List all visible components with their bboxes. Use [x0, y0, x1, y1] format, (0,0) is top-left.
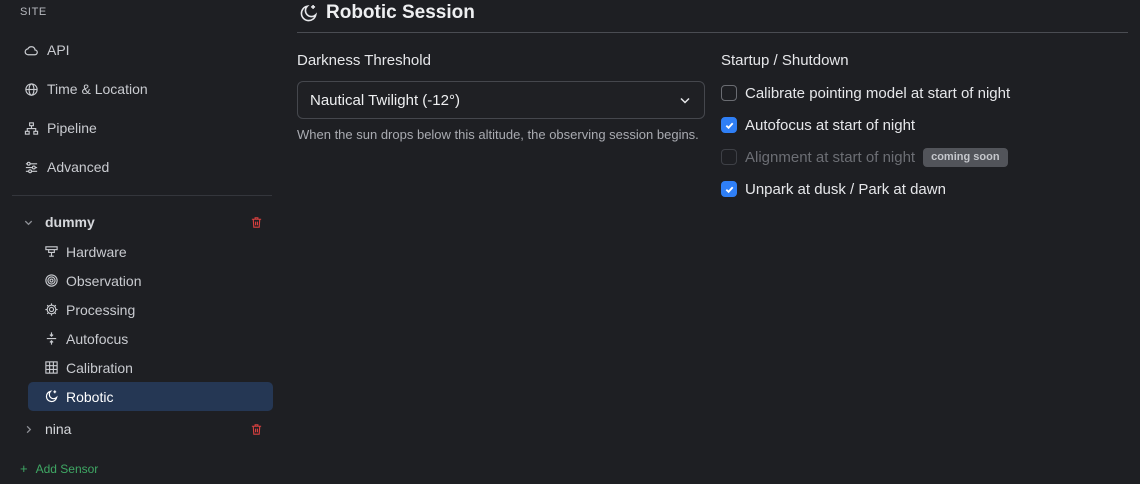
checkbox: [721, 149, 737, 165]
sidebar-item-observation[interactable]: Observation: [28, 266, 273, 295]
checkbox-unpark-park[interactable]: Unpark at dusk / Park at dawn: [721, 178, 946, 200]
sensor-header-dummy[interactable]: dummy: [12, 207, 272, 237]
sidebar-divider: [12, 195, 272, 196]
trash-icon[interactable]: [248, 214, 264, 230]
trash-icon[interactable]: [248, 421, 264, 437]
sidebar-item-label: Calibration: [66, 359, 133, 376]
checkbox-alignment-start: Alignment at start of night coming soon: [721, 146, 1008, 168]
sidebar-item-time-location[interactable]: Time & Location: [12, 73, 272, 105]
sidebar-item-processing[interactable]: Processing: [28, 295, 273, 324]
page-title: Robotic Session: [326, 2, 475, 23]
darkness-threshold-helper: When the sun drops below this altitude, …: [297, 127, 699, 142]
add-sensor-label: Add Sensor: [35, 461, 99, 476]
sidebar-item-label: API: [47, 42, 70, 58]
page-header: Robotic Session: [297, 0, 1128, 33]
sidebar-item-label: Time & Location: [47, 81, 148, 97]
grid-icon: [43, 360, 59, 376]
select-value: Nautical Twilight (-12°): [310, 91, 460, 109]
checkbox[interactable]: [721, 117, 737, 133]
sidebar: SITE API Time & Location Pipeline Advanc…: [0, 0, 288, 484]
cog-icon: [43, 302, 59, 318]
sidebar-item-label: Autofocus: [66, 330, 129, 347]
globe-icon: [23, 81, 39, 97]
checkbox[interactable]: [721, 181, 737, 197]
checkbox[interactable]: [721, 85, 737, 101]
sensor-name: nina: [45, 421, 72, 437]
checkbox-label: Alignment at start of night: [745, 148, 916, 166]
checkbox-label: Autofocus at start of night: [745, 116, 916, 134]
sidebar-item-autofocus[interactable]: Autofocus: [28, 324, 273, 353]
checkbox-label: Calibrate pointing model at start of nig…: [745, 84, 1011, 102]
sensor-name: dummy: [45, 214, 95, 230]
sidebar-item-api[interactable]: API: [12, 34, 272, 66]
moon-stars-icon: [43, 389, 59, 405]
chevron-down-icon: [678, 93, 692, 107]
plus-icon: +: [20, 461, 28, 476]
darkness-threshold-label: Darkness Threshold: [297, 52, 431, 69]
sidebar-item-label: Processing: [66, 301, 136, 318]
chevron-right-icon[interactable]: [20, 421, 36, 437]
target-icon: [43, 273, 59, 289]
sidebar-item-label: Advanced: [47, 159, 110, 175]
pipeline-icon: [23, 120, 39, 136]
main-content: Robotic Session Darkness Threshold Nauti…: [297, 0, 1129, 484]
sidebar-item-label: Hardware: [66, 243, 127, 260]
sidebar-item-robotic[interactable]: Robotic: [28, 382, 273, 411]
add-sensor-button[interactable]: + Add Sensor: [20, 461, 98, 476]
hardware-icon: [43, 244, 59, 260]
moon-stars-icon: [297, 2, 319, 24]
autofocus-icon: [43, 331, 59, 347]
sidebar-item-pipeline[interactable]: Pipeline: [12, 112, 272, 144]
sidebar-item-label: Pipeline: [47, 120, 97, 136]
cloud-icon: [23, 42, 39, 58]
coming-soon-badge: coming soon: [923, 147, 1008, 167]
chevron-down-icon[interactable]: [20, 214, 36, 230]
sidebar-item-advanced[interactable]: Advanced: [12, 151, 272, 183]
checkbox-calibrate-pointing[interactable]: Calibrate pointing model at start of nig…: [721, 82, 1010, 104]
sidebar-item-hardware[interactable]: Hardware: [28, 237, 273, 266]
sidebar-item-label: Robotic: [66, 388, 114, 405]
sensor-header-nina[interactable]: nina: [12, 414, 272, 444]
startup-shutdown-label: Startup / Shutdown: [721, 52, 849, 69]
section-label-site: SITE: [20, 6, 47, 18]
sidebar-item-label: Observation: [66, 272, 142, 289]
checkbox-autofocus-start[interactable]: Autofocus at start of night: [721, 114, 915, 136]
checkbox-label: Unpark at dusk / Park at dawn: [745, 180, 946, 198]
sidebar-item-calibration[interactable]: Calibration: [28, 353, 273, 382]
sliders-icon: [23, 159, 39, 175]
darkness-threshold-select[interactable]: Nautical Twilight (-12°): [297, 81, 705, 119]
